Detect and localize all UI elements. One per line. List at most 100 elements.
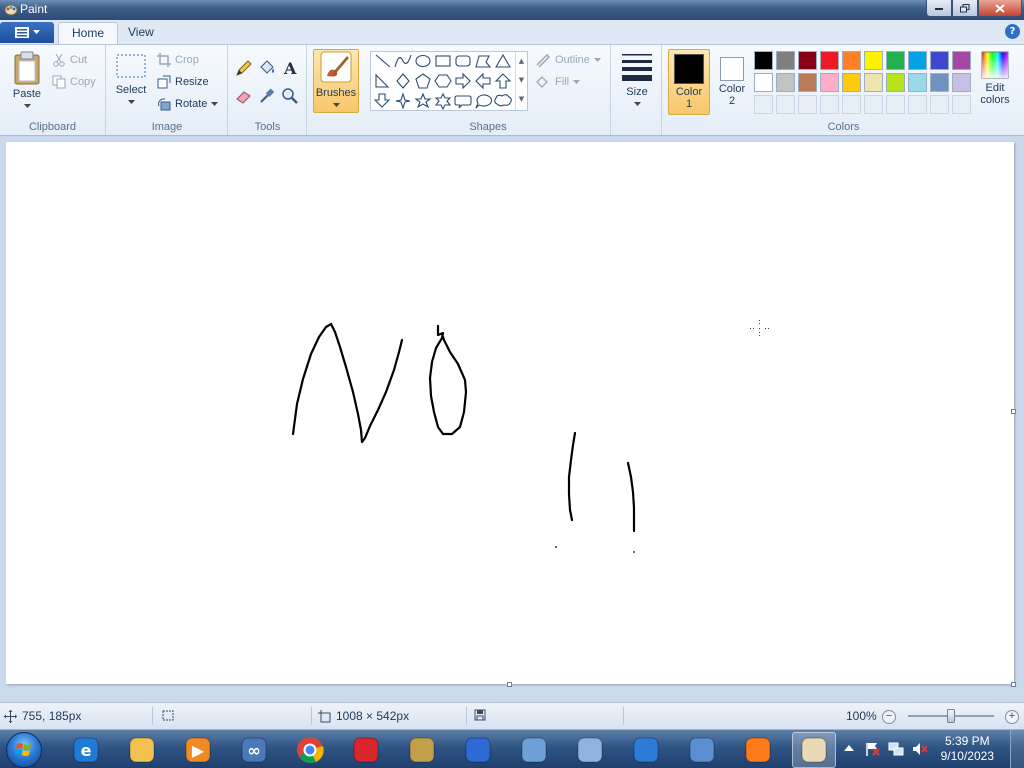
close-button[interactable] xyxy=(978,0,1022,17)
eraser-tool[interactable] xyxy=(233,85,254,106)
edit-colors-button[interactable]: Edit colors xyxy=(975,51,1015,106)
copy-button[interactable]: Copy xyxy=(52,75,96,89)
tab-view[interactable]: View xyxy=(115,22,167,44)
pencil-tool[interactable] xyxy=(233,57,254,78)
color-swatch[interactable] xyxy=(930,73,949,92)
taskbar-app[interactable]: e xyxy=(64,732,108,768)
color-swatch[interactable] xyxy=(754,51,773,70)
empty-color-slot[interactable] xyxy=(864,95,883,114)
rotate-button[interactable]: Rotate xyxy=(157,97,219,111)
color-swatch[interactable] xyxy=(776,73,795,92)
taskbar-app[interactable] xyxy=(624,732,668,768)
taskbar-app[interactable] xyxy=(568,732,612,768)
taskbar-app[interactable] xyxy=(736,732,780,768)
color-swatch[interactable] xyxy=(820,51,839,70)
color-swatch[interactable] xyxy=(908,51,927,70)
color-swatch[interactable] xyxy=(864,73,883,92)
empty-color-slot[interactable] xyxy=(886,95,905,114)
tray-expand-icon[interactable] xyxy=(844,744,854,752)
select-button[interactable]: Select xyxy=(113,51,149,108)
color-swatch[interactable] xyxy=(798,73,817,92)
paint-app-icon[interactable] xyxy=(4,2,18,16)
color-swatch[interactable] xyxy=(952,73,971,92)
outline-button[interactable]: Outline xyxy=(535,53,601,67)
color-swatch[interactable] xyxy=(864,51,883,70)
color-swatch[interactable] xyxy=(842,73,861,92)
taskbar-app[interactable] xyxy=(288,732,332,768)
cut-button[interactable]: Cut xyxy=(52,53,87,67)
brushes-button[interactable]: Brushes xyxy=(313,49,359,113)
taskbar-app[interactable] xyxy=(680,732,724,768)
chevron-down-icon xyxy=(127,100,135,104)
size-button[interactable]: Size xyxy=(618,51,656,110)
empty-color-slot[interactable] xyxy=(754,95,773,114)
resize-handle-right[interactable] xyxy=(1011,409,1016,414)
paint-menu-button[interactable] xyxy=(0,22,54,43)
resize-handle-corner[interactable] xyxy=(1011,682,1016,687)
color-swatch[interactable] xyxy=(930,51,949,70)
color-picker-tool[interactable] xyxy=(256,85,277,106)
help-icon[interactable]: ? xyxy=(1005,24,1020,39)
restore-button[interactable] xyxy=(952,0,978,17)
color-swatch[interactable] xyxy=(754,73,773,92)
empty-color-slot[interactable] xyxy=(952,95,971,114)
color-swatch[interactable] xyxy=(820,73,839,92)
zoom-in-button[interactable]: + xyxy=(1005,710,1019,724)
show-desktop-button[interactable] xyxy=(1010,730,1024,768)
scroll-down-icon[interactable]: ▼ xyxy=(516,71,527,90)
fill-tool[interactable] xyxy=(256,57,277,78)
color-swatch[interactable] xyxy=(798,51,817,70)
text-tool[interactable]: A xyxy=(279,57,300,78)
fill-bucket-icon xyxy=(259,59,274,74)
color-swatch[interactable] xyxy=(952,51,971,70)
taskbar-app[interactable] xyxy=(120,732,164,768)
fill-button[interactable]: Fill xyxy=(535,75,581,89)
taskbar-app[interactable]: ∞ xyxy=(232,732,276,768)
scissors-icon xyxy=(53,53,65,67)
color-1-button[interactable]: Color 1 xyxy=(668,49,710,115)
empty-color-slot[interactable] xyxy=(820,95,839,114)
five-point-star-shape-icon xyxy=(414,92,432,109)
magnifier-tool[interactable] xyxy=(279,85,300,106)
taskbar-app[interactable] xyxy=(512,732,556,768)
zoom-out-button[interactable]: − xyxy=(882,710,896,724)
zoom-slider-thumb[interactable] xyxy=(947,709,955,723)
paste-button[interactable]: Paste xyxy=(6,51,48,112)
volume-muted-icon[interactable] xyxy=(912,741,928,757)
start-button[interactable] xyxy=(6,732,42,768)
color-swatch[interactable] xyxy=(886,51,905,70)
color-2-button[interactable]: Color 2 xyxy=(713,49,751,115)
oval-shape-icon xyxy=(415,54,431,68)
resize-handle-bottom[interactable] xyxy=(507,682,512,687)
action-center-flag-icon[interactable] xyxy=(864,741,880,757)
empty-color-slot[interactable] xyxy=(908,95,927,114)
taskbar-app[interactable] xyxy=(344,732,388,768)
shapes-gallery[interactable]: ▲ ▼ ▼ xyxy=(370,51,528,111)
tab-home[interactable]: Home xyxy=(58,22,119,44)
line-shape-icon xyxy=(375,54,391,68)
drawing-canvas[interactable] xyxy=(6,142,1014,684)
color-swatch[interactable] xyxy=(776,51,795,70)
empty-color-slot[interactable] xyxy=(930,95,949,114)
shapes-gallery-scrollbar[interactable]: ▲ ▼ ▼ xyxy=(515,52,527,110)
color-swatch[interactable] xyxy=(886,73,905,92)
empty-color-slot[interactable] xyxy=(842,95,861,114)
fill-label: Fill xyxy=(555,76,570,88)
network-icon[interactable] xyxy=(888,741,904,757)
expand-gallery-icon[interactable]: ▼ xyxy=(516,90,527,109)
selection-size-status xyxy=(161,709,174,722)
empty-color-slot[interactable] xyxy=(798,95,817,114)
taskbar-clock[interactable]: 5:39 PM 9/10/2023 xyxy=(941,734,994,764)
scroll-up-icon[interactable]: ▲ xyxy=(516,52,527,71)
minimize-button[interactable] xyxy=(926,0,952,17)
color-swatch[interactable] xyxy=(842,51,861,70)
resize-button[interactable]: Resize xyxy=(157,75,209,89)
empty-color-slot[interactable] xyxy=(776,95,795,114)
color-swatch[interactable] xyxy=(908,73,927,92)
computer-network-icon xyxy=(689,737,715,763)
taskbar-app[interactable] xyxy=(400,732,444,768)
crop-button[interactable]: Crop xyxy=(157,53,199,67)
taskbar-app[interactable] xyxy=(792,732,836,768)
taskbar-app[interactable]: ▶ xyxy=(176,732,220,768)
taskbar-app[interactable] xyxy=(456,732,500,768)
